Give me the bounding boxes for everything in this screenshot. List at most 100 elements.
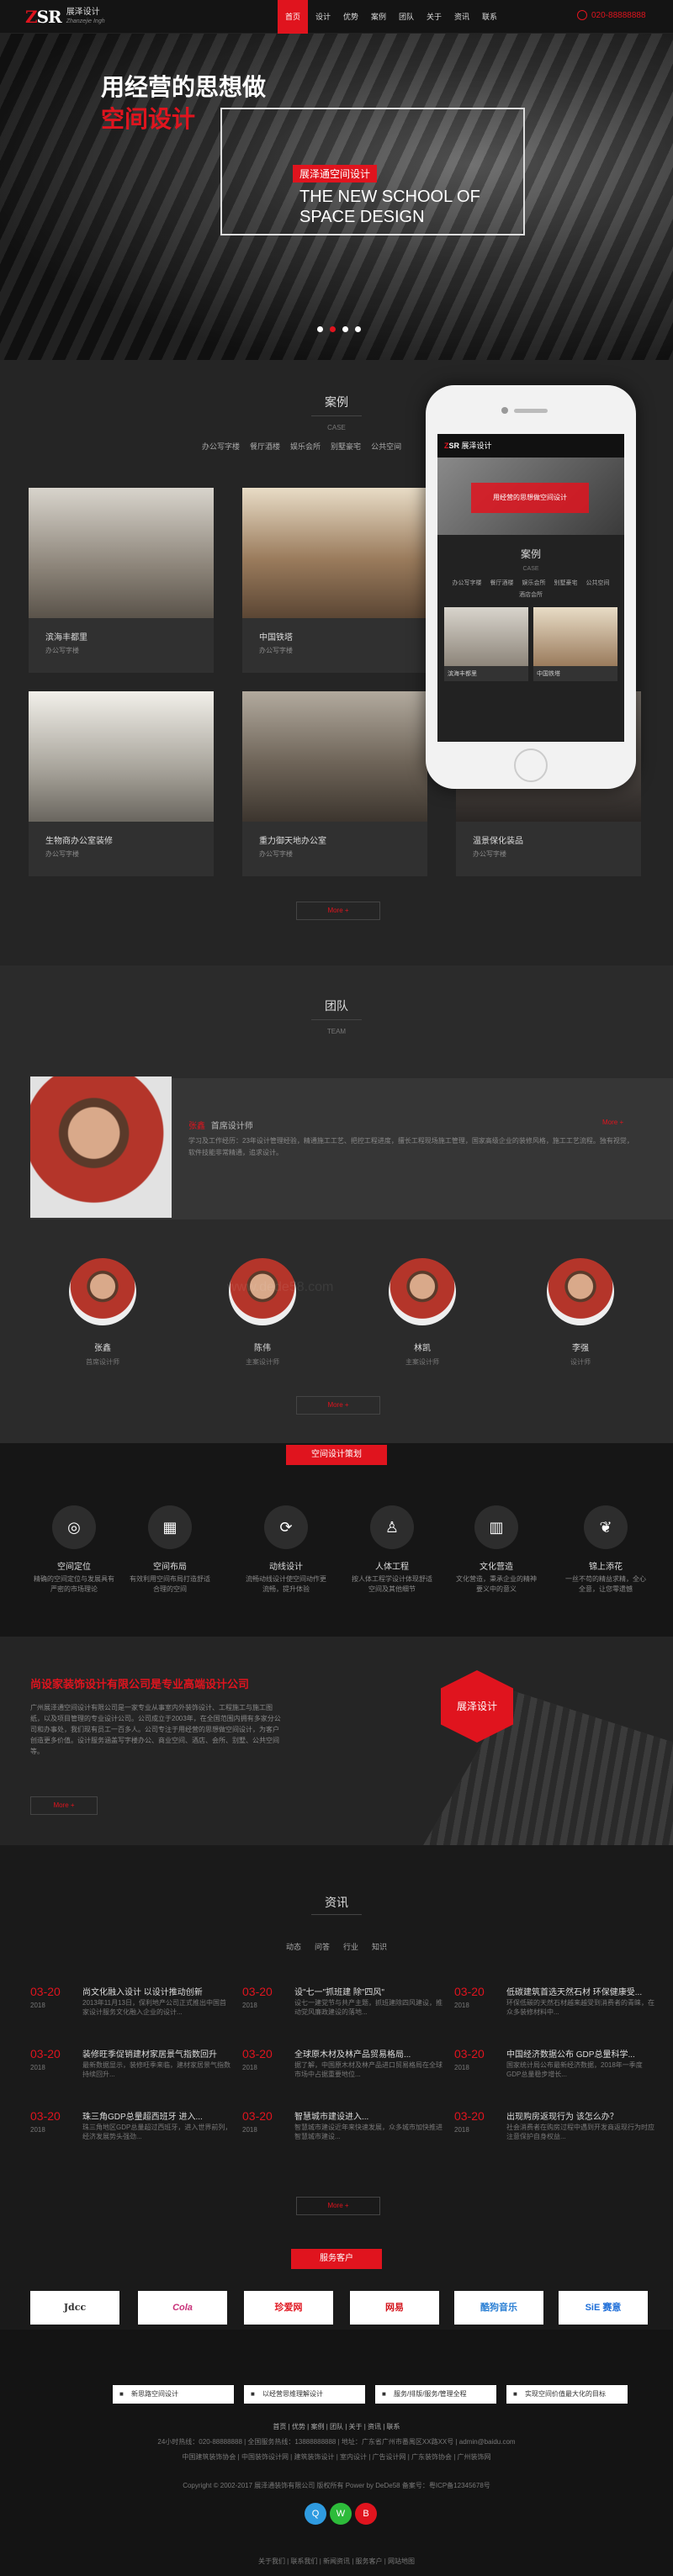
mock-tab[interactable]: 餐厅酒楼 [490, 579, 514, 587]
mock-tab[interactable]: 别墅豪宅 [554, 579, 578, 587]
nav-about[interactable]: 关于 [421, 0, 447, 34]
header-phone[interactable]: 020-88888888 [577, 10, 646, 20]
news-item[interactable]: 03-20 2018 尚文化融入设计 以设计推动创新 2013年11月13日，保… [30, 1985, 232, 2025]
mock-tab[interactable]: 酒店会所 [519, 590, 543, 599]
news-item[interactable]: 03-20 2018 设"七一"抓班建 除"四风" 设七一建党节与共产主题，抓班… [242, 1985, 444, 2025]
news-item[interactable]: 03-20 2018 中国经济数据公布 GDP总量科学... 国家统计局公布最新… [454, 2047, 656, 2087]
news-day: 03-20 [30, 2047, 61, 2060]
news-year: 2018 [242, 2002, 257, 2009]
footer-feature: 实现空间价值最大化的目标 [506, 2385, 628, 2404]
case-more-button[interactable]: More + [296, 902, 380, 920]
footer-feature: 服务/排版/服务/管理全程 [375, 2385, 496, 2404]
case-card-sub: 办公写字楼 [473, 850, 506, 858]
mock-tab[interactable]: 娱乐会所 [522, 579, 546, 587]
news-day: 03-20 [454, 1985, 485, 1998]
client-logo[interactable]: Cola [138, 2291, 227, 2325]
team-more-button[interactable]: More + [296, 1396, 380, 1415]
news-item[interactable]: 03-20 2018 装修旺季促销建材家居景气指数回升 最新数据显示，装修旺季来… [30, 2047, 232, 2087]
nav-team[interactable]: 团队 [394, 0, 419, 34]
nav-case[interactable]: 案例 [366, 0, 391, 34]
news-item[interactable]: 03-20 2018 低碳建筑首选天然石材 环保健康受... 环保低碳的天然石材… [454, 1985, 656, 2025]
client-logo[interactable]: Jdcc [30, 2291, 119, 2325]
footer-feature: 新思路空间设计 [113, 2385, 234, 2404]
news-tab[interactable]: 知识 [372, 1941, 387, 1952]
footer-friend-links[interactable]: 中国建筑装饰协会 | 中国装饰设计网 | 建筑装饰设计 | 室内设计 | 广告设… [0, 2452, 673, 2462]
slide-dot-active[interactable] [330, 326, 336, 332]
site-logo[interactable]: ZSR 展泽设计 Zhanzejie Ingh [25, 7, 105, 27]
news-summary: 社会消费者在购房过程中遇到开发商返现行为时应注意保护自身权益... [506, 2124, 654, 2140]
news-item[interactable]: 03-20 2018 出现购房返现行为 该怎么办？ 社会消费者在购房过程中遇到开… [454, 2109, 656, 2150]
weibo-icon[interactable]: B [355, 2503, 377, 2525]
case-tab[interactable]: 娱乐会所 [290, 441, 321, 452]
news-year: 2018 [30, 2126, 45, 2134]
news-headline: 中国经济数据公布 GDP总量科学... [506, 2050, 635, 2060]
case-card-title: 中国铁塔 [259, 633, 293, 643]
camera-icon [501, 407, 508, 414]
case-card[interactable]: 滨海丰都里 办公写字楼 [29, 488, 214, 673]
mock-card[interactable]: 中国铁塔 [533, 607, 617, 681]
nav-advantage[interactable]: 优势 [338, 0, 363, 34]
news-day: 03-20 [242, 1985, 273, 1998]
client-logo[interactable]: 珍爱网 [244, 2291, 333, 2325]
service-title: 锦上添花 [589, 1563, 623, 1572]
news-item[interactable]: 03-20 2018 珠三角GDP总量超西班牙 进入... 珠三角地区GDP总量… [30, 2109, 232, 2150]
slide-dot[interactable] [317, 326, 323, 332]
news-year: 2018 [454, 2002, 469, 2009]
service-title: 人体工程 [375, 1563, 409, 1572]
nav-design[interactable]: 设计 [310, 0, 336, 34]
case-tab[interactable]: 别墅豪宅 [331, 441, 361, 452]
service-title: 空间定位 [57, 1563, 91, 1572]
banner-headline: 用经营的思想做 [101, 74, 267, 100]
case-tab[interactable]: 办公写字楼 [202, 441, 240, 452]
leaf-icon: ❦ [584, 1505, 628, 1549]
news-summary: 据了解，中国原木材及林产品进口贸易格局在全球市场中占据重要地位... [294, 2061, 442, 2078]
news-day: 03-20 [30, 1985, 61, 1998]
mock-tab[interactable]: 办公写字楼 [453, 579, 482, 587]
news-year: 2018 [454, 2126, 469, 2134]
team-subtitle: TEAM [326, 1028, 347, 1035]
feature-more-link[interactable]: More + [602, 1119, 623, 1126]
service-desc: 精确的空间定位与发展具有严密的市场理论 [34, 1575, 114, 1593]
slide-dot[interactable] [355, 326, 361, 332]
mock-tab[interactable]: 公共空间 [586, 579, 610, 587]
service-desc: 文化营造，秉承企业的精神要义中的意义 [456, 1575, 537, 1593]
client-logo[interactable]: SiE 赛意 [559, 2291, 648, 2325]
news-item[interactable]: 03-20 2018 全球原木材及林产品贸易格局... 据了解，中国原木材及林产… [242, 2047, 444, 2087]
case-tabs: 办公写字楼 餐厅酒楼 娱乐会所 别墅豪宅 公共空间 [202, 441, 401, 452]
about-more-button[interactable]: More + [30, 1796, 98, 1815]
nav-home[interactable]: 首页 [278, 0, 308, 34]
about-title: 尚设家装饰设计有限公司是专业高端设计公司 [30, 1678, 250, 1690]
services-badge: 空间设计策划 [286, 1445, 387, 1465]
mock-card[interactable]: 滨海丰都里 [444, 607, 528, 681]
member-avatar[interactable] [547, 1258, 614, 1325]
service-title: 文化营造 [480, 1563, 513, 1572]
news-tab[interactable]: 动态 [286, 1941, 301, 1952]
case-tab[interactable]: 公共空间 [371, 441, 401, 452]
nav-news[interactable]: 资讯 [449, 0, 474, 34]
footer-bottom-links[interactable]: 关于我们 | 联系我们 | 新闻资讯 | 服务客户 | 网站地图 [0, 2557, 673, 2566]
news-year: 2018 [30, 2002, 45, 2009]
news-more-button[interactable]: More + [296, 2197, 380, 2215]
case-tab[interactable]: 餐厅酒楼 [250, 441, 280, 452]
member-role: 设计师 [570, 1358, 591, 1366]
wechat-icon[interactable]: W [330, 2503, 352, 2525]
service-title: 空间布局 [153, 1563, 187, 1572]
nav-contact[interactable]: 联系 [477, 0, 502, 34]
news-tab[interactable]: 问答 [315, 1941, 330, 1952]
qq-icon[interactable]: Q [305, 2503, 326, 2525]
case-card[interactable]: 重力御天地办公室 办公写字楼 [242, 691, 427, 876]
footer-links[interactable]: 首页 | 优势 | 案例 | 团队 | 关于 | 资讯 | 联系 [0, 2422, 673, 2431]
news-tab[interactable]: 行业 [343, 1941, 358, 1952]
news-headline: 全球原木材及林产品贸易格局... [294, 2050, 411, 2060]
member-avatar[interactable] [389, 1258, 456, 1325]
member-avatar[interactable] [69, 1258, 136, 1325]
slide-dot[interactable] [342, 326, 348, 332]
case-card[interactable]: 中国铁塔 办公写字楼 [242, 488, 427, 673]
mock-tabs: 办公写字楼 餐厅酒楼 娱乐会所 别墅豪宅 公共空间 酒店会所 [437, 572, 624, 599]
news-headline: 尚文化融入设计 以设计推动创新 [82, 1988, 203, 1997]
case-card[interactable]: 生物商办公室装修 办公写字楼 [29, 691, 214, 876]
client-logo[interactable]: 酷狗音乐 [454, 2291, 543, 2325]
news-item[interactable]: 03-20 2018 智慧城市建设进入... 智慧城市建设近年来快速发展，众多城… [242, 2109, 444, 2150]
client-logo[interactable]: 网易 [350, 2291, 439, 2325]
news-headline: 出现购房返现行为 该怎么办？ [506, 2113, 618, 2122]
